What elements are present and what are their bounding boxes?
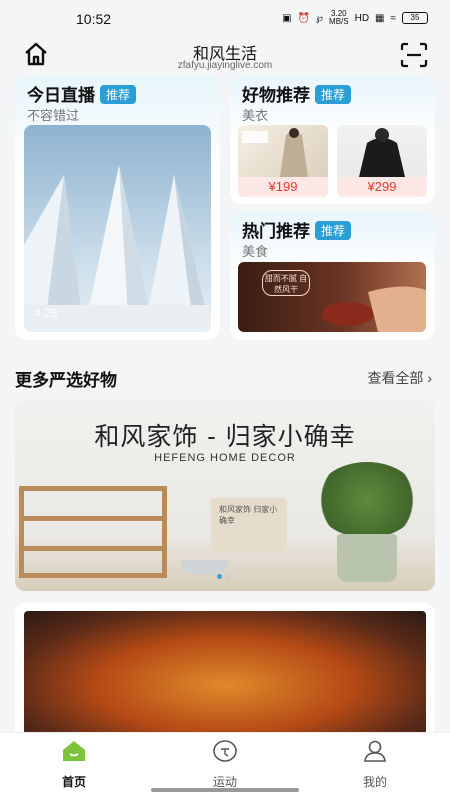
recommend-badge: 推荐 [100,85,137,104]
hot-title: 热门推荐 [242,222,310,241]
section-title: 更多严选好物 [15,371,117,390]
tab-profile[interactable]: 我的 [335,739,415,790]
bowl-graphic [181,560,229,574]
tote-bag-graphic: 和风家饰 归家小确幸 [211,498,287,552]
sport-tab-icon [213,740,237,762]
alarm-icon: ⏰ [297,12,311,24]
page-url: zfafyu.jiayinglive.com [177,60,273,71]
network-speed: 3.20 MB/S [329,9,349,26]
hot-subtitle: 美食 [242,244,269,259]
goods-card[interactable]: 好物推荐 推荐 美衣 ¥199 ¥299 [230,76,435,204]
app-header: 和风生活 zfafyu.jiayinglive.com [0,36,450,76]
recommend-badge: 推荐 [315,85,352,104]
tab-home[interactable]: 首页 [34,739,114,790]
plant-pot-graphic [337,534,397,582]
user-tab-icon [364,740,386,762]
see-all-link[interactable]: 查看全部 › [367,368,432,388]
hot-card[interactable]: 热门推荐 推荐 美食 甜而不腻 自然风干 [230,212,435,340]
banner-title: 和风家饰 - 归家小确幸 [94,422,356,451]
home-tab-icon [63,741,85,761]
carousel-dot[interactable] [226,574,231,579]
architecture-graphic [24,165,211,332]
status-icons: ▣ ⏰ ℘ 3.20 MB/S HD ▦ ≈ 35 [282,10,428,26]
hot-image[interactable]: 甜而不腻 自然风干 [238,262,426,332]
goods-subtitle: 美衣 [242,108,269,123]
tab-profile-label: 我的 [362,775,387,789]
live-title: 今日直播 [27,86,95,105]
live-subtitle: 不容错过 [27,108,80,123]
feed-card[interactable] [15,603,435,743]
product-coat[interactable]: ¥299 [337,125,427,197]
tab-home-label: 首页 [61,775,86,789]
tab-sport[interactable]: 运动 [185,739,265,790]
home-indicator [151,788,299,792]
wifi-icon: ≈ [390,12,397,24]
hd-icon: HD [354,12,370,24]
battery-indicator: 35 [402,12,428,24]
live-image[interactable]: 4.29 [24,125,211,332]
shoe-shelf-graphic [19,486,167,578]
nfc-icon: ▣ [282,12,292,24]
status-bar: 10:52 ▣ ⏰ ℘ 3.20 MB/S HD ▦ ≈ 35 [0,0,450,36]
scan-icon[interactable] [400,42,428,68]
chevron-right-icon: › [427,370,432,386]
recommend-badge: 推荐 [315,221,352,240]
product-price: ¥299 [337,177,427,197]
sweet-potato-image[interactable] [24,611,426,735]
live-image-label: 4.29 [34,306,58,320]
goods-title: 好物推荐 [242,86,310,105]
promo-banner[interactable]: 和风家饰 - 归家小确幸 HEFENG HOME DECOR 和风家饰 归家小确… [15,400,435,591]
carousel-dot[interactable] [217,574,222,579]
status-time: 10:52 [76,11,112,27]
live-card[interactable]: 今日直播 推荐 不容错过 4.29 [15,76,220,340]
bluetooth-icon: ℘ [316,12,324,24]
plant-graphic [315,462,419,538]
signal-icon: ▦ [375,12,385,24]
product-price: ¥199 [238,177,328,197]
carousel-dots[interactable] [217,574,231,579]
product-sweater[interactable]: ¥199 [238,125,328,197]
